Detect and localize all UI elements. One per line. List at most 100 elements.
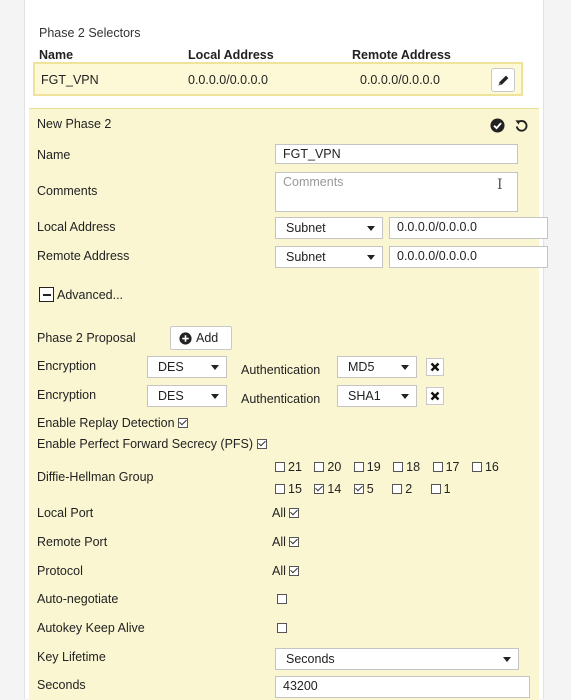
remote-port-all-checkbox[interactable]: [289, 537, 300, 547]
remote-address-type-value: Subnet: [286, 250, 326, 264]
remote-port-label: Remote Port: [37, 535, 108, 549]
encryption-select-2[interactable]: DES: [147, 385, 227, 407]
dh-17-label: 17: [445, 460, 460, 474]
encryption-value-1: DES: [158, 360, 184, 374]
remove-proposal-button-1[interactable]: [426, 358, 444, 376]
name-input[interactable]: FGT_VPN: [275, 144, 518, 164]
protocol-all: All: [272, 564, 300, 578]
auto-negotiate-label: Auto-negotiate: [37, 592, 119, 606]
authentication-select-1[interactable]: MD5: [337, 356, 417, 378]
plus-circle-icon: [179, 331, 192, 345]
undo-button[interactable]: [511, 115, 531, 135]
confirm-button[interactable]: [487, 115, 507, 135]
advanced-label: Advanced...: [57, 287, 124, 302]
local-port-all-checkbox[interactable]: [289, 508, 300, 518]
protocol-all-checkbox[interactable]: [289, 566, 300, 576]
protocol-all-label: All: [272, 564, 286, 578]
authentication-select-2[interactable]: SHA1: [337, 385, 417, 407]
remote-port-all: All: [272, 535, 300, 549]
dh-14-checkbox[interactable]: [314, 484, 325, 494]
dh-16-checkbox[interactable]: [471, 462, 482, 472]
pencil-icon: [498, 75, 508, 85]
dh-group-row-2: 15 14 5 2 1: [275, 482, 460, 496]
dh-21-label: 21: [288, 460, 302, 474]
pfs-label: Enable Perfect Forward Secrecy (PFS): [37, 437, 254, 451]
new-phase2-title: New Phase 2: [37, 117, 112, 131]
dh-15-checkbox[interactable]: [275, 484, 285, 494]
local-port-all-label: All: [272, 506, 286, 520]
key-lifetime-label: Key Lifetime: [37, 650, 106, 664]
chevron-down-icon: [367, 226, 375, 231]
col-header-remote: Remote Address: [352, 48, 451, 62]
dh-group-label: Diffie-Hellman Group: [37, 470, 154, 484]
dh-15-label: 15: [288, 482, 302, 496]
local-address-label: Local Address: [37, 220, 116, 234]
chevron-down-icon: [211, 394, 219, 399]
remote-address-label: Remote Address: [37, 249, 130, 263]
replay-detection-checkbox[interactable]: [178, 418, 189, 428]
name-label: Name: [37, 148, 71, 162]
chevron-down-icon: [211, 365, 219, 370]
selector-local: 0.0.0.0/0.0.0.0: [188, 73, 268, 87]
add-proposal-button[interactable]: Add: [170, 326, 232, 350]
new-phase2-form: New Phase 2 Name FGT_VPN Comments Commen…: [29, 108, 548, 700]
chevron-down-icon: [367, 255, 375, 260]
proposal-label: Phase 2 Proposal: [37, 331, 136, 345]
dh-5-checkbox[interactable]: [353, 484, 364, 494]
pfs-row: Enable Perfect Forward Secrecy (PFS): [37, 437, 267, 451]
authentication-value-2: SHA1: [348, 389, 381, 403]
check-circle-icon: [489, 117, 505, 133]
dh-2-label: 2: [405, 482, 413, 496]
dh-5-label: 5: [366, 482, 374, 496]
selector-row[interactable]: FGT_VPN 0.0.0.0/0.0.0.0 0.0.0.0/0.0.0.0: [33, 62, 523, 96]
dh-1-checkbox[interactable]: [430, 484, 441, 494]
autokey-keepalive-label: Autokey Keep Alive: [37, 621, 145, 635]
local-port-all: All: [272, 506, 300, 520]
remote-address-type-select[interactable]: Subnet: [275, 246, 383, 268]
remote-port-all-label: All: [272, 535, 286, 549]
edit-selector-button[interactable]: [491, 68, 515, 92]
pfs-checkbox[interactable]: [256, 439, 267, 449]
add-proposal-label: Add: [196, 331, 219, 345]
dh-20-checkbox[interactable]: [314, 462, 325, 472]
chevron-down-icon: [401, 365, 409, 370]
dh-19-checkbox[interactable]: [353, 462, 364, 472]
encryption-select-1[interactable]: DES: [147, 356, 227, 378]
dh-21-checkbox[interactable]: [275, 462, 285, 472]
col-header-local: Local Address: [188, 48, 274, 62]
autokey-keepalive-checkbox[interactable]: [277, 623, 287, 633]
advanced-toggle[interactable]: Advanced...: [39, 287, 123, 302]
collapse-icon: [39, 287, 54, 302]
dh-18-checkbox[interactable]: [393, 462, 404, 472]
undo-icon: [514, 119, 527, 132]
text-cursor-icon: I: [497, 177, 503, 193]
dh-19-label: 19: [366, 460, 381, 474]
close-icon: [430, 362, 440, 372]
comments-label: Comments: [37, 184, 98, 198]
phase2-selectors-title: Phase 2 Selectors: [39, 26, 141, 40]
dh-2-checkbox[interactable]: [392, 484, 403, 494]
remove-proposal-button-2[interactable]: [426, 387, 444, 405]
ipsec-panel: Phase 2 Selectors Name Local Address Rem…: [24, 0, 548, 700]
dh-group-row-1: 21 20 19 18 17 16: [275, 460, 508, 474]
comments-textarea[interactable]: Comments: [275, 172, 518, 212]
replay-detection-row: Enable Replay Detection: [37, 416, 189, 430]
seconds-label: Seconds: [37, 678, 86, 692]
dh-20-label: 20: [327, 460, 342, 474]
selector-remote: 0.0.0.0/0.0.0.0: [360, 73, 440, 87]
local-address-type-select[interactable]: Subnet: [275, 217, 383, 239]
remote-address-input[interactable]: 0.0.0.0/0.0.0.0: [389, 246, 548, 268]
encryption-label-1: Encryption: [37, 359, 97, 373]
key-lifetime-value: Seconds: [286, 652, 335, 666]
auto-negotiate-checkbox[interactable]: [277, 594, 287, 604]
local-port-label: Local Port: [37, 506, 94, 520]
authentication-value-1: MD5: [348, 360, 375, 374]
dh-14-label: 14: [327, 482, 342, 496]
dh-17-checkbox[interactable]: [432, 462, 443, 472]
local-address-input[interactable]: 0.0.0.0/0.0.0.0: [389, 217, 548, 239]
chevron-down-icon: [401, 394, 409, 399]
key-lifetime-select[interactable]: Seconds: [275, 648, 519, 670]
authentication-label-2: Authentication: [241, 392, 321, 406]
selector-name: FGT_VPN: [41, 73, 99, 87]
seconds-input[interactable]: 43200: [275, 676, 530, 698]
